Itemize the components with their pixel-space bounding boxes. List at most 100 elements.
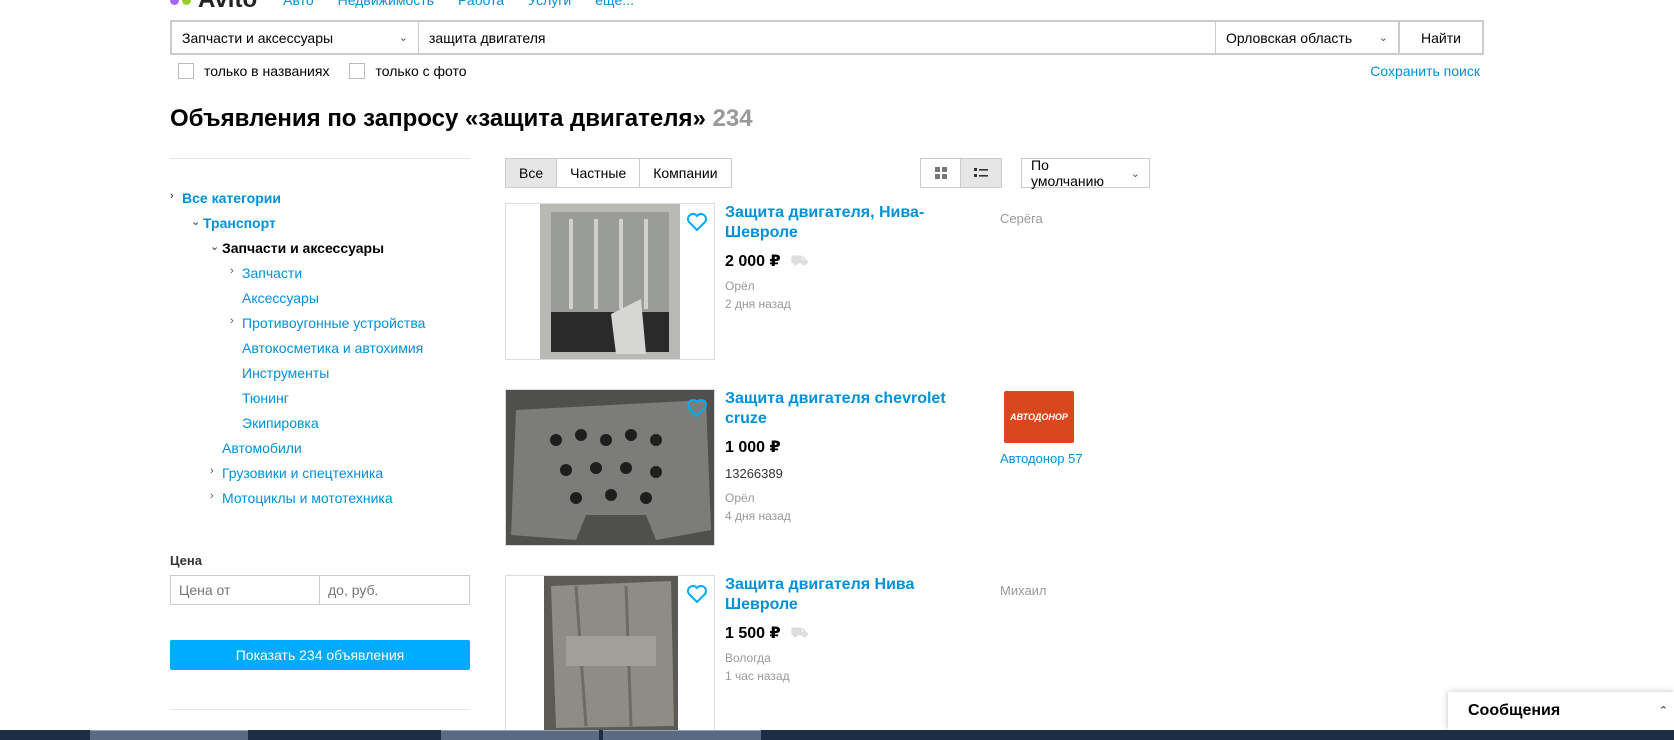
- listing-photo[interactable]: [505, 389, 715, 546]
- messages-label: Сообщения: [1468, 702, 1561, 719]
- sidebar-item-accessories[interactable]: Аксессуары: [242, 290, 319, 306]
- only-titles-label[interactable]: только в названиях: [204, 63, 329, 79]
- grid-icon: [934, 167, 947, 179]
- sidebar-item-transport[interactable]: ⌄ Транспорт: [191, 215, 276, 231]
- sidebar-item-cars[interactable]: Автомобили: [222, 440, 302, 456]
- category-select[interactable]: Запчасти и аксессуары ⌄: [172, 22, 419, 53]
- chevron-down-icon: ⌄: [191, 216, 201, 228]
- taskbar-button[interactable]: [90, 730, 248, 740]
- sidebar-item-all-categories[interactable]: › Все категории: [170, 190, 281, 206]
- listing-price-value: 1 500 ₽: [725, 625, 781, 642]
- sidebar-item-parts[interactable]: › Запчасти: [230, 265, 303, 281]
- listing-photo-image: [544, 576, 678, 731]
- favorite-heart-icon[interactable]: [686, 584, 708, 609]
- listing-title[interactable]: Защита двигателя chevrolet cruze: [725, 389, 955, 429]
- listing-price: 2 000 ₽ ⛟: [725, 251, 808, 271]
- sidebar-item-car-cosmetics[interactable]: Автокосметика и автохимия: [242, 340, 423, 356]
- price-range: [170, 575, 470, 605]
- favorite-heart-icon[interactable]: [686, 398, 708, 423]
- logo-dot-icon: [182, 0, 191, 5]
- listing-date: 1 час назад: [725, 669, 790, 683]
- listing-location: Вологда: [725, 651, 771, 665]
- filter-all[interactable]: Все: [506, 159, 558, 187]
- listing-title[interactable]: Защита двигателя, Нива-Шевроле: [725, 203, 955, 243]
- sidebar-divider: [170, 709, 470, 710]
- top-nav: Avito Авто Недвижимость Работа Услуги ещ…: [170, 0, 658, 13]
- chevron-down-icon: ⌄: [210, 241, 220, 253]
- sidebar-item-label: Грузовики и спецтехника: [222, 465, 384, 481]
- listing-photo-image: [540, 204, 680, 359]
- nav-auto[interactable]: Авто: [283, 0, 314, 8]
- taskbar-button[interactable]: [441, 730, 599, 740]
- sidebar-item-trucks[interactable]: › Грузовики и спецтехника: [210, 465, 384, 481]
- price-from-input[interactable]: [171, 576, 320, 604]
- page-title: Объявления по запросу «защита двигателя»…: [170, 105, 753, 133]
- seller-logo[interactable]: АВТОДОНОР: [1004, 391, 1074, 443]
- region-select[interactable]: Орловская область ⌄: [1215, 22, 1398, 53]
- sidebar-item-motorcycles[interactable]: › Мотоциклы и мототехника: [210, 490, 393, 506]
- search-filters: только в названиях только с фото: [178, 63, 487, 79]
- listing-price: 1 000 ₽: [725, 437, 781, 457]
- logo-text: Avito: [198, 0, 257, 14]
- list-view-button[interactable]: [961, 159, 1001, 187]
- listing-location: Орёл: [725, 279, 755, 293]
- only-titles-checkbox[interactable]: [178, 63, 194, 79]
- sort-select[interactable]: По умолчанию ⌄: [1021, 157, 1150, 189]
- delivery-truck-icon: ⛟: [790, 251, 809, 268]
- chevron-right-icon: ›: [230, 265, 234, 277]
- chevron-down-icon: ⌄: [1130, 167, 1140, 180]
- delivery-truck-icon: ⛟: [790, 623, 809, 640]
- favorite-heart-icon[interactable]: [686, 212, 708, 237]
- chevron-right-icon: ›: [170, 190, 174, 202]
- chevron-down-icon: ⌄: [1378, 32, 1388, 44]
- nav-services[interactable]: Услуги: [528, 0, 571, 8]
- nav-jobs[interactable]: Работа: [458, 0, 504, 8]
- listing-title[interactable]: Защита двигателя Нива Шевроле: [725, 575, 955, 615]
- sidebar-divider: [170, 158, 470, 159]
- nav-more[interactable]: ещё...: [595, 0, 634, 8]
- listing-photo[interactable]: [505, 575, 715, 732]
- os-taskbar: [0, 730, 1674, 740]
- search-button[interactable]: Найти: [1398, 22, 1482, 53]
- sidebar-item-label: Все категории: [182, 190, 281, 206]
- listing-photo[interactable]: [505, 203, 715, 360]
- sidebar-item-tuning[interactable]: Тюнинг: [242, 390, 289, 406]
- sidebar-item-anti-theft[interactable]: › Противоугонные устройства: [230, 315, 425, 331]
- seller-logo-text: АВТОДОНОР: [1010, 412, 1068, 422]
- show-results-button[interactable]: Показать 234 объявления: [170, 640, 470, 670]
- search-input[interactable]: [419, 22, 1215, 53]
- chevron-up-icon: ⌃: [1658, 705, 1668, 717]
- listing-date: 4 дня назад: [725, 509, 791, 523]
- chevron-right-icon: ›: [210, 490, 214, 502]
- grid-view-button[interactable]: [921, 159, 961, 187]
- avito-logo[interactable]: Avito: [170, 0, 257, 14]
- seller-name: Серёга: [1000, 211, 1043, 226]
- filter-companies[interactable]: Компании: [640, 159, 731, 187]
- chevron-right-icon: ›: [230, 315, 234, 327]
- view-toggle: [920, 158, 1002, 188]
- seller-type-filter: Все Частные Компании: [505, 158, 732, 188]
- category-select-value: Запчасти и аксессуары: [182, 29, 334, 46]
- messages-widget[interactable]: Сообщения ⌃: [1448, 692, 1674, 730]
- save-search-link[interactable]: Сохранить поиск: [1370, 63, 1480, 79]
- price-label: Цена: [170, 553, 202, 568]
- price-to-input[interactable]: [320, 576, 469, 604]
- only-photo-checkbox[interactable]: [349, 63, 366, 79]
- listing-location: Орёл: [725, 491, 755, 505]
- taskbar-button[interactable]: [603, 730, 761, 740]
- sidebar-item-label: Мотоциклы и мототехника: [222, 490, 393, 506]
- seller-name-link[interactable]: Автодонор 57: [1000, 451, 1083, 466]
- sidebar-item-parts-accessories: ⌄ Запчасти и аксессуары: [210, 240, 385, 256]
- sidebar-item-label: Запчасти: [242, 265, 303, 281]
- sidebar-item-tools[interactable]: Инструменты: [242, 365, 329, 381]
- sort-select-value: По умолчанию: [1031, 157, 1104, 189]
- nav-realty[interactable]: Недвижимость: [338, 0, 434, 8]
- listing-price-value: 1 000 ₽: [725, 439, 781, 456]
- filter-private[interactable]: Частные: [557, 159, 641, 187]
- only-photo-label[interactable]: только с фото: [375, 63, 466, 79]
- search-bar: Запчасти и аксессуары ⌄ Орловская област…: [170, 20, 1484, 55]
- listing-photo-image: [506, 390, 714, 545]
- sidebar-item-equipment[interactable]: Экипировка: [242, 415, 319, 431]
- sidebar-item-label: Запчасти и аксессуары: [222, 240, 385, 256]
- chevron-down-icon: ⌄: [398, 32, 408, 44]
